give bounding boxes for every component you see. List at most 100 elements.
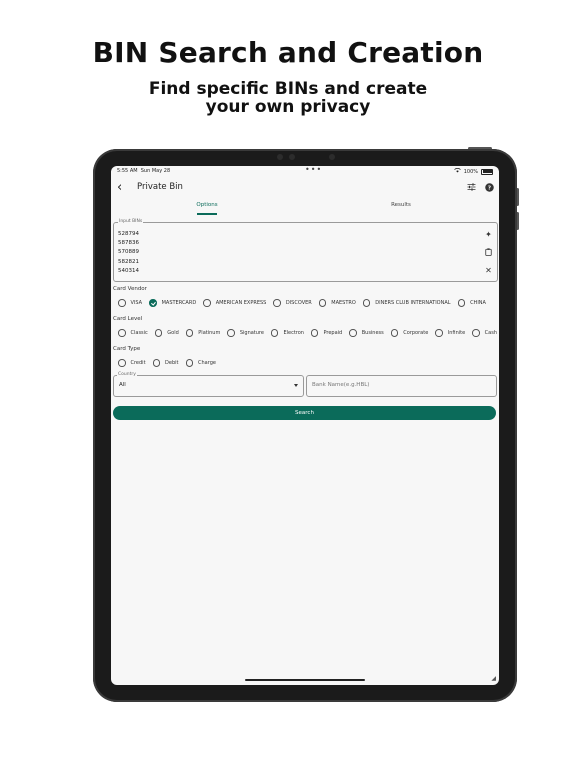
radio-label: MASTERCARD <box>161 300 197 306</box>
radio-label: DINERS CLUB INTERNATIONAL <box>375 300 451 306</box>
input-bins-label: Input BINs <box>118 219 144 224</box>
radio-label: Signature <box>239 330 264 336</box>
home-indicator[interactable] <box>245 679 365 681</box>
card-level-label: Card Level <box>113 316 143 322</box>
help-circle-icon[interactable]: ? <box>483 181 495 193</box>
radio-circle[interactable] <box>118 359 126 367</box>
radio-circle[interactable] <box>318 299 327 307</box>
radio-level-electron[interactable]: Electron <box>270 329 304 337</box>
back-icon[interactable]: ‹ <box>117 180 122 195</box>
bank-name-input[interactable]: Bank Name(e.g.HBL) <box>306 375 497 397</box>
radio-type-debit[interactable]: Debit <box>152 359 179 367</box>
radio-circle[interactable] <box>118 299 126 307</box>
bin-line: 582821 <box>118 258 139 265</box>
status-date-text: Sun May 28 <box>140 168 171 174</box>
radio-label: Credit <box>130 360 146 366</box>
wifi-icon <box>453 167 461 175</box>
card-vendor-label: Card Vendor <box>113 286 147 292</box>
radio-label: Cash <box>484 330 498 336</box>
radio-circle[interactable] <box>472 329 480 337</box>
radio-vendor-china[interactable]: CHINA <box>457 299 486 307</box>
country-dropdown[interactable]: Country All <box>113 372 304 397</box>
radio-label: DISCOVER <box>285 300 312 306</box>
checked-radio-icon[interactable] <box>149 299 157 307</box>
bin-line: 587836 <box>118 240 139 247</box>
radio-level-business[interactable]: Business <box>349 329 384 337</box>
radio-vendor-maestro[interactable]: MAESTRO <box>318 299 356 307</box>
bin-line: 570889 <box>118 249 139 256</box>
radio-vendor-diners[interactable]: DINERS CLUB INTERNATIONAL <box>362 299 451 307</box>
radio-label: Corporate <box>403 330 429 336</box>
clipboard-icon[interactable] <box>484 248 493 257</box>
radio-circle[interactable] <box>118 329 126 337</box>
radio-type-credit[interactable]: Credit <box>118 359 146 367</box>
camera-dot <box>329 154 335 160</box>
radio-circle[interactable] <box>349 329 357 337</box>
card-type-options: Credit Debit Charge <box>118 358 223 368</box>
radio-label: VISA <box>130 300 143 306</box>
radio-circle[interactable] <box>203 299 211 307</box>
radio-circle[interactable] <box>273 299 281 307</box>
status-time: 5:55 AM Sun May 28 <box>117 168 170 174</box>
camera-dot <box>289 154 295 160</box>
radio-circle[interactable] <box>270 329 279 337</box>
radio-level-gold[interactable]: Gold <box>154 329 179 337</box>
bin-line: 528794 <box>118 231 139 237</box>
radio-type-charge[interactable]: Charge <box>185 359 216 367</box>
radio-label: AMERICAN EXPRESS <box>215 300 267 306</box>
sliders-icon[interactable] <box>465 181 477 193</box>
radio-circle[interactable] <box>185 329 194 337</box>
country-label: Country <box>117 372 137 377</box>
multitask-dots-icon[interactable]: ••• <box>305 166 322 174</box>
radio-vendor-amex[interactable]: AMERICAN EXPRESS <box>203 299 266 307</box>
radio-circle[interactable] <box>457 299 466 307</box>
radio-vendor-visa[interactable]: VISA <box>118 299 142 307</box>
radio-circle[interactable] <box>185 359 193 367</box>
camera-dot <box>277 154 283 160</box>
radio-level-infinite[interactable]: Infinite <box>435 329 465 337</box>
input-bins-field[interactable]: Input BINs 528794 587836 570889 582821 5… <box>113 219 498 282</box>
radio-label: Platinum <box>198 330 221 336</box>
radio-label: Classic <box>130 330 148 336</box>
close-icon[interactable]: ✕ <box>484 266 493 275</box>
subheadline: Find specific BINs and create your own p… <box>148 79 428 117</box>
radio-circle[interactable] <box>152 359 161 367</box>
app-screen: 5:55 AM Sun May 28 ••• 100% ‹ Private Bi… <box>111 166 499 685</box>
sparkle-icon[interactable]: ✦ <box>484 230 493 239</box>
radio-circle[interactable] <box>227 329 235 337</box>
tab-options[interactable]: Options <box>157 202 257 208</box>
card-vendor-options: VISA MASTERCARD AMERICAN EXPRESS DISCOVE… <box>118 298 493 308</box>
status-right: 100% <box>453 167 493 175</box>
active-tab-indicator <box>197 213 217 215</box>
radio-label: MAESTRO <box>331 300 356 306</box>
radio-level-signature[interactable]: Signature <box>227 329 264 337</box>
page-title: Private Bin <box>137 182 183 192</box>
radio-circle[interactable] <box>310 329 319 337</box>
radio-circle[interactable] <box>362 299 371 307</box>
radio-level-cash[interactable]: Cash <box>472 329 497 337</box>
battery-icon <box>481 168 493 175</box>
radio-level-classic[interactable]: Classic <box>118 329 148 337</box>
radio-vendor-discover[interactable]: DISCOVER <box>273 299 312 307</box>
status-time-text: 5:55 AM <box>117 168 138 174</box>
dropdown-arrow-icon[interactable] <box>294 384 298 387</box>
radio-label: Prepaid <box>323 330 343 336</box>
resize-grip-icon: ◢ <box>491 675 496 682</box>
radio-circle[interactable] <box>390 329 399 337</box>
radio-label: Business <box>361 330 384 336</box>
headline: BIN Search and Creation <box>92 36 484 69</box>
tab-results[interactable]: Results <box>351 202 451 208</box>
radio-level-prepaid[interactable]: Prepaid <box>310 329 343 337</box>
radio-level-corporate[interactable]: Corporate <box>390 329 429 337</box>
radio-circle[interactable] <box>154 329 163 337</box>
radio-circle[interactable] <box>435 329 443 337</box>
radio-level-platinum[interactable]: Platinum <box>185 329 221 337</box>
radio-label: Charge <box>198 360 216 366</box>
card-level-options: Classic Gold Platinum Signature Electron… <box>118 328 499 338</box>
radio-vendor-mastercard[interactable]: MASTERCARD <box>149 299 196 307</box>
card-type-label: Card Type <box>113 346 141 352</box>
svg-text:?: ? <box>487 185 490 191</box>
search-button[interactable]: Search <box>113 406 496 420</box>
bank-name-placeholder: Bank Name(e.g.HBL) <box>312 382 370 388</box>
bin-line: 540314 <box>118 267 139 274</box>
